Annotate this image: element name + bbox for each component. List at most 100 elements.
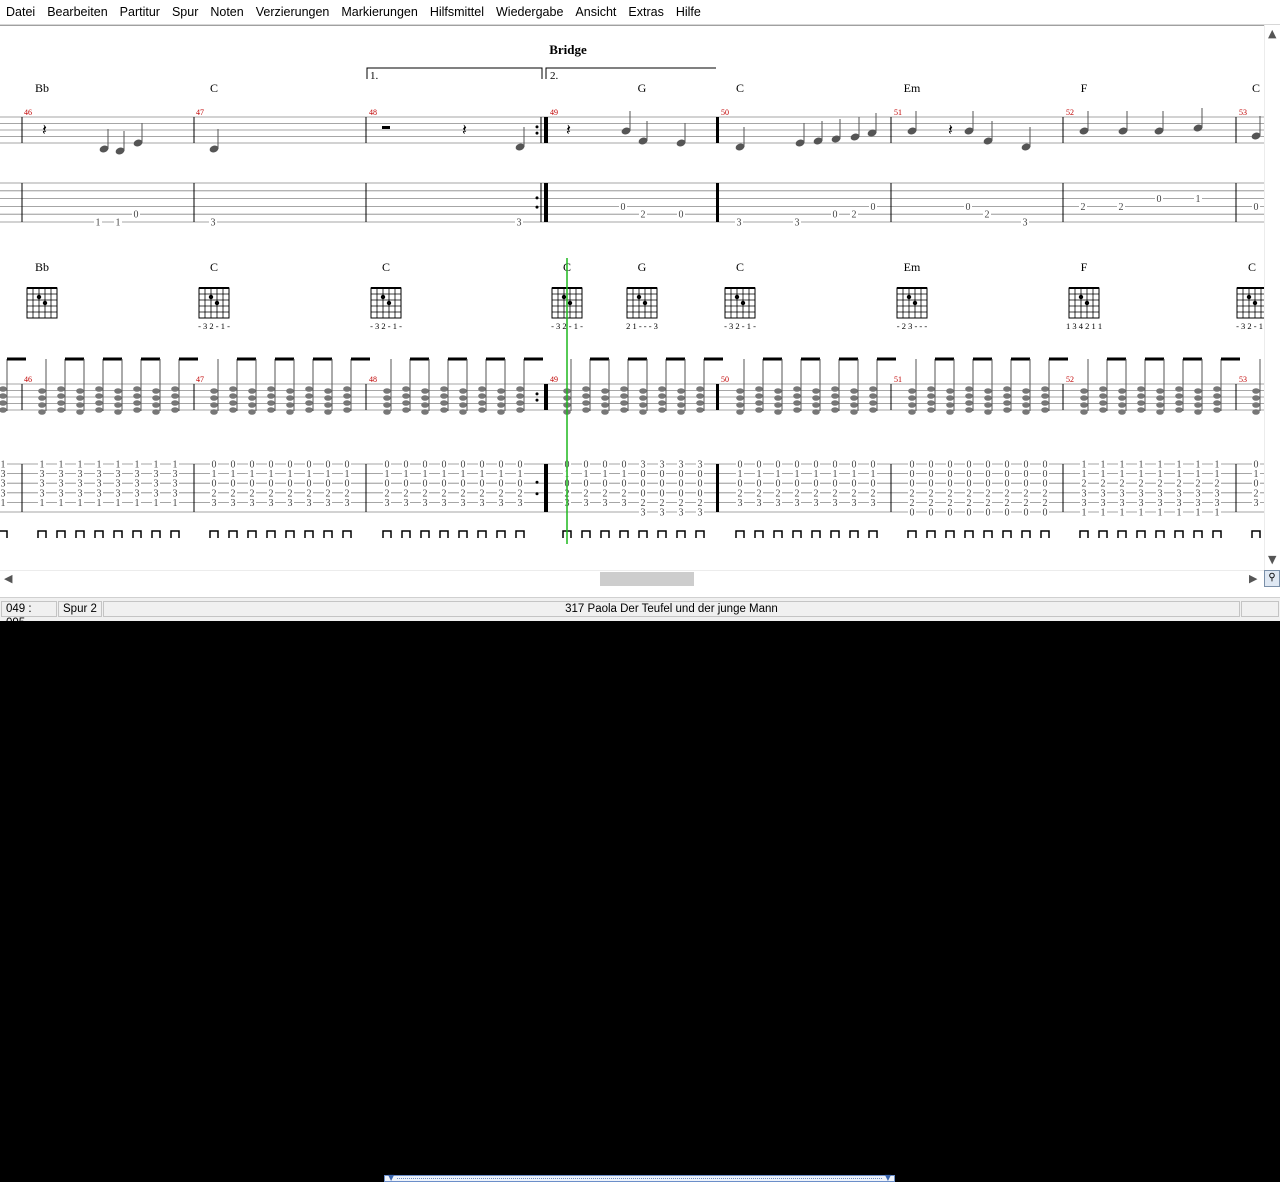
- chord-note-head: [95, 393, 103, 399]
- chord-note-head: [1137, 393, 1145, 399]
- tab-number: 1: [1158, 508, 1163, 519]
- rhythm-mark: [1193, 530, 1203, 538]
- chord-note-head: [965, 400, 973, 406]
- rest: 𝄽: [462, 122, 467, 139]
- chord-note-head: [497, 409, 505, 415]
- chord-note-head: [1080, 409, 1088, 415]
- tab-number: 1: [78, 498, 83, 509]
- scroll-down-icon[interactable]: ▼: [1268, 553, 1276, 566]
- menu-markierungen[interactable]: Markierungen: [335, 0, 423, 24]
- chord-note-head: [620, 407, 628, 413]
- chord-note-head: [1137, 407, 1145, 413]
- chord-diagram-name: C: [382, 260, 390, 274]
- rhythm-mark: [342, 530, 352, 538]
- chord-note-head: [133, 407, 141, 413]
- menu-ansicht[interactable]: Ansicht: [569, 0, 622, 24]
- chord-note-head: [114, 388, 122, 394]
- horizontal-scrollbar[interactable]: ◀ ▶: [0, 570, 1264, 588]
- chord-fingering: 2 1 - - - 3: [626, 321, 658, 331]
- chord-note-head: [831, 393, 839, 399]
- tab-number: 0: [910, 508, 915, 519]
- tab-number: 1: [40, 498, 45, 509]
- chord-note-head: [850, 395, 858, 401]
- scroll-left-icon[interactable]: ◀: [4, 572, 12, 585]
- tab-number: 1: [97, 498, 102, 509]
- rhythm-mark: [247, 530, 257, 538]
- chord-note-head: [620, 400, 628, 406]
- rhythm-mark: [323, 530, 333, 538]
- tab-number: 1: [1101, 508, 1106, 519]
- menu-bearbeiten[interactable]: Bearbeiten: [41, 0, 113, 24]
- chord-note-head: [1213, 407, 1221, 413]
- chord-note-head: [755, 400, 763, 406]
- scroll-up-icon[interactable]: ▲: [1268, 27, 1276, 40]
- tab-number: 1: [1082, 508, 1087, 519]
- chord-note-head: [286, 409, 294, 415]
- chord-note-head: [1156, 395, 1164, 401]
- tab-number: 0: [679, 210, 684, 221]
- panel-splitter[interactable]: ▼ ▼: [384, 1173, 895, 1182]
- chord-note-head: [38, 395, 46, 401]
- chord-note-head: [421, 409, 429, 415]
- measure-number: 53: [1239, 375, 1247, 384]
- score-svg[interactable]: Bridge 1. 2. Bb C G C Em F C 46 47 48 49 50 51 52 53 46 47 4…: [0, 26, 1264, 571]
- rhythm-mark: [695, 530, 705, 538]
- chord-note-head: [831, 386, 839, 392]
- menu-partitur[interactable]: Partitur: [114, 0, 166, 24]
- rhythm-mark: [151, 530, 161, 538]
- double-barline: [716, 384, 719, 410]
- score-canvas[interactable]: Bridge 1. 2. Bb C G C Em F C 46 47 48 49 50 51 52 53 46 47 4…: [0, 25, 1264, 571]
- rhythm-mark: [773, 530, 783, 538]
- chord-note-head: [639, 402, 647, 408]
- tab-number: 1: [96, 218, 101, 229]
- chord-note-head: [114, 395, 122, 401]
- chord-note-head: [497, 402, 505, 408]
- tab-number: 3: [518, 498, 523, 509]
- chord-note-head: [812, 409, 820, 415]
- chord-note-head: [1175, 407, 1183, 413]
- chord-note-head: [343, 393, 351, 399]
- chevron-down-icon[interactable]: ▼: [885, 1173, 891, 1182]
- tab-number: 1: [116, 218, 121, 229]
- menu-noten[interactable]: Noten: [204, 0, 249, 24]
- chord-note-head: [869, 393, 877, 399]
- menu-hilfsmittel[interactable]: Hilfsmittel: [424, 0, 490, 24]
- menu-hilfe[interactable]: Hilfe: [670, 0, 707, 24]
- rhythm-mark: [792, 530, 802, 538]
- chord-name: G: [638, 81, 647, 95]
- chord-note-head: [248, 402, 256, 408]
- horizontal-scroll-thumb[interactable]: [600, 572, 694, 586]
- chord-name: C: [1252, 81, 1260, 95]
- chord-note-head: [459, 402, 467, 408]
- rhythm-mark: [94, 530, 104, 538]
- vertical-scrollbar[interactable]: ▲ ▼: [1264, 25, 1280, 570]
- menu-verzierungen[interactable]: Verzierungen: [250, 0, 336, 24]
- chord-note-head: [774, 402, 782, 408]
- zoom-icon[interactable]: ⚲: [1264, 570, 1280, 587]
- chord-note-head: [152, 388, 160, 394]
- chord-note-head: [1175, 400, 1183, 406]
- chord-note-head: [946, 395, 954, 401]
- scroll-right-icon[interactable]: ▶: [1249, 572, 1257, 585]
- menu-datei[interactable]: Datei: [0, 0, 41, 24]
- chevron-down-icon[interactable]: ▼: [388, 1173, 394, 1182]
- menu-spur[interactable]: Spur: [166, 0, 204, 24]
- chord-grid: [370, 287, 402, 319]
- tab-number: 1: [1177, 508, 1182, 519]
- tab-number: 2: [1081, 202, 1086, 213]
- chord-note-head: [946, 402, 954, 408]
- tab-number: 3: [250, 498, 255, 509]
- app-window: Datei Bearbeiten Partitur Spur Noten Verzieru…: [0, 0, 1280, 1182]
- rhythm-mark: [382, 530, 392, 538]
- chord-note-head: [869, 386, 877, 392]
- chord-dot: [906, 294, 912, 300]
- measure-number: 51: [894, 108, 902, 117]
- menu-wiedergabe[interactable]: Wiedergabe: [490, 0, 569, 24]
- tab-number: 3: [603, 498, 608, 509]
- chord-dot: [636, 294, 642, 300]
- chord-note-head: [402, 393, 410, 399]
- rest: 𝄽: [566, 122, 571, 139]
- tab-number: 3: [326, 498, 331, 509]
- menu-extras[interactable]: Extras: [622, 0, 669, 24]
- chord-note-head: [478, 407, 486, 413]
